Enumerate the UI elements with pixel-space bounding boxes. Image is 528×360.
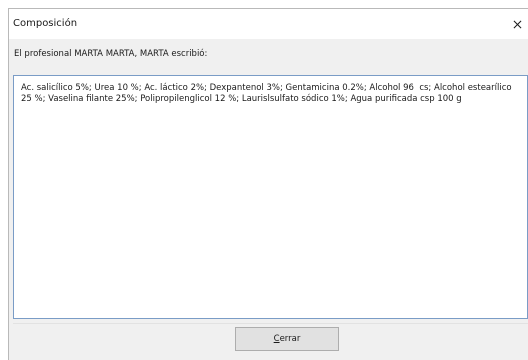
close-button-label: Cerrar <box>274 334 301 344</box>
author-header: El profesional MARTA MARTA, MARTA escrib… <box>14 49 208 59</box>
composition-text[interactable]: Ac. salicílico 5%; Urea 10 %; Ac. láctic… <box>13 75 528 319</box>
title-bar[interactable]: Composición <box>9 9 528 39</box>
footer-divider <box>13 323 528 324</box>
composition-dialog: Composición El profesional MARTA MARTA, … <box>8 8 528 360</box>
close-icon <box>513 20 521 28</box>
window-close-button[interactable] <box>506 9 528 39</box>
close-button-label-rest: errar <box>279 334 301 344</box>
window-title: Composición <box>13 18 78 29</box>
close-button[interactable]: Cerrar <box>235 327 339 351</box>
